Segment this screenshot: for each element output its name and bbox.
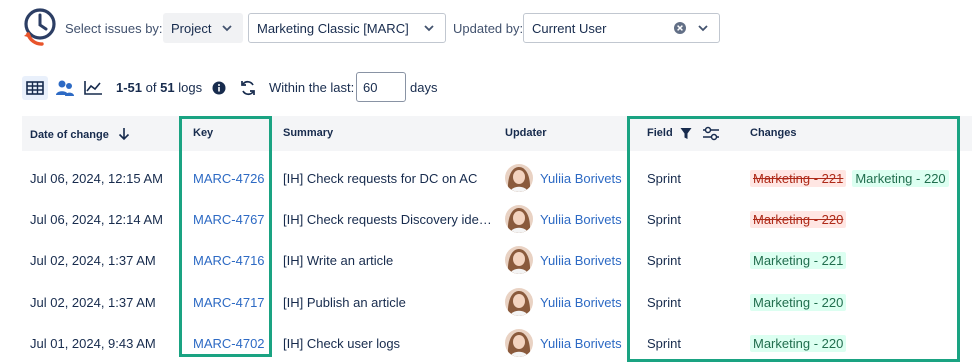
avatar — [505, 246, 533, 274]
table-header: Date of change Key Summary Updater Field… — [22, 116, 972, 151]
field-cell: Sprint — [647, 295, 681, 310]
table-view-button[interactable] — [22, 76, 48, 100]
field-cell: Sprint — [647, 336, 681, 351]
issue-key-link[interactable]: MARC-4726 — [193, 171, 265, 186]
removed-value: Marketing - 221 — [750, 170, 847, 187]
added-value: Marketing - 220 — [750, 294, 847, 311]
changes-cell: Marketing - 220 — [750, 335, 852, 352]
column-summary[interactable]: Summary — [283, 127, 333, 139]
updated-by-value: Current User — [532, 20, 607, 36]
people-view-icon — [56, 80, 74, 96]
project-dropdown[interactable]: Marketing Classic [MARC] — [248, 13, 446, 43]
updater-link[interactable]: Yuliia Borivets — [540, 171, 622, 186]
issue-key-link[interactable]: MARC-4767 — [193, 212, 265, 227]
refresh-icon[interactable] — [239, 79, 257, 97]
filter-icon[interactable] — [680, 127, 692, 140]
column-date-label: Date of change — [30, 129, 109, 141]
summary-cell: [IH] Check requests Discovery idea... — [283, 212, 493, 227]
clock-history-icon — [24, 8, 56, 46]
updated-by-dropdown[interactable]: Current User — [523, 13, 720, 43]
arrow-down-icon[interactable] — [118, 127, 130, 141]
log-of: of — [145, 80, 157, 95]
added-value: Marketing - 221 — [750, 252, 847, 269]
avatar — [505, 205, 533, 233]
date-cell: Jul 02, 2024, 1:37 AM — [30, 253, 156, 268]
date-cell: Jul 02, 2024, 1:37 AM — [30, 295, 156, 310]
chevron-down-icon — [698, 25, 708, 32]
within-label: Within the last: — [269, 80, 355, 95]
select-by-dropdown[interactable]: Project — [163, 13, 243, 43]
select-by-label: Select issues by: — [65, 21, 163, 36]
table-row: Jul 02, 2024, 1:37 AM MARC-4716 [IH] Write… — [22, 240, 972, 281]
log-count: 1-51 of 51 logs — [116, 80, 202, 95]
issue-key-link[interactable]: MARC-4717 — [193, 295, 265, 310]
removed-value: Marketing - 220 — [750, 211, 847, 228]
table-row: Jul 06, 2024, 12:15 AM MARC-4726 [IH] Chec… — [22, 158, 972, 199]
column-updater[interactable]: Updater — [505, 127, 547, 139]
column-changes: Changes — [750, 127, 797, 139]
changes-cell: Marketing - 221 — [750, 252, 852, 269]
field-cell: Sprint — [647, 253, 681, 268]
field-cell: Sprint — [647, 171, 681, 186]
column-date[interactable]: Date of change — [30, 127, 130, 141]
summary-cell: [IH] Check requests for DC on AC — [283, 171, 478, 186]
table-row: Jul 06, 2024, 12:14 AM MARC-4767 [IH] Chec… — [22, 199, 972, 240]
column-field[interactable]: Field — [647, 127, 673, 139]
table-row: Jul 01, 2024, 9:43 AM MARC-4702 [IH] Check… — [22, 323, 972, 363]
log-unit: logs — [178, 80, 203, 95]
select-by-value: Project — [171, 20, 212, 36]
updater-link[interactable]: Yuliia Borivets — [540, 212, 622, 227]
summary-cell: [IH] Publish an article — [283, 295, 406, 310]
chevron-down-icon — [424, 25, 434, 32]
chart-view-button[interactable] — [80, 76, 106, 100]
avatar — [505, 288, 533, 316]
log-range: 1-51 — [116, 80, 143, 95]
changes-cell: Marketing - 220 — [750, 211, 852, 228]
info-icon[interactable] — [212, 81, 226, 95]
updater-link[interactable]: Yuliia Borivets — [540, 336, 622, 351]
date-cell: Jul 06, 2024, 12:15 AM — [30, 171, 163, 186]
toolbar: 1-51 of 51 logs Within the last: days — [0, 70, 972, 106]
chart-view-icon — [84, 81, 102, 95]
table-view-icon — [26, 81, 44, 95]
column-key[interactable]: Key — [193, 127, 213, 139]
avatar — [505, 164, 533, 192]
issue-key-link[interactable]: MARC-4702 — [193, 336, 265, 351]
date-cell: Jul 06, 2024, 12:14 AM — [30, 212, 163, 227]
updated-by-label: Updated by: — [453, 21, 524, 36]
field-cell: Sprint — [647, 212, 681, 227]
log-total: 51 — [160, 80, 175, 95]
days-input[interactable] — [356, 72, 406, 102]
days-label: days — [410, 80, 438, 95]
issue-key-link[interactable]: MARC-4716 — [193, 253, 265, 268]
sliders-icon[interactable] — [702, 126, 720, 141]
changes-cell: Marketing - 221 Marketing - 220 — [750, 170, 955, 187]
added-value: Marketing - 220 — [750, 335, 847, 352]
summary-cell: [IH] Write an article — [283, 253, 394, 268]
updater-link[interactable]: Yuliia Borivets — [540, 253, 622, 268]
changes-cell: Marketing - 220 — [750, 294, 852, 311]
project-value: Marketing Classic [MARC] — [257, 20, 409, 36]
table-row: Jul 02, 2024, 1:37 AM MARC-4717 [IH] Publi… — [22, 282, 972, 323]
summary-cell: [IH] Check user logs — [283, 336, 401, 351]
filter-bar: Select issues by: Project Marketing Clas… — [0, 0, 972, 60]
avatar — [505, 329, 533, 357]
added-value: Marketing - 220 — [852, 170, 949, 187]
people-view-button[interactable] — [52, 76, 78, 100]
chevron-down-icon — [222, 25, 232, 32]
updater-link[interactable]: Yuliia Borivets — [540, 295, 622, 310]
clear-icon[interactable] — [673, 21, 687, 35]
date-cell: Jul 01, 2024, 9:43 AM — [30, 336, 156, 351]
